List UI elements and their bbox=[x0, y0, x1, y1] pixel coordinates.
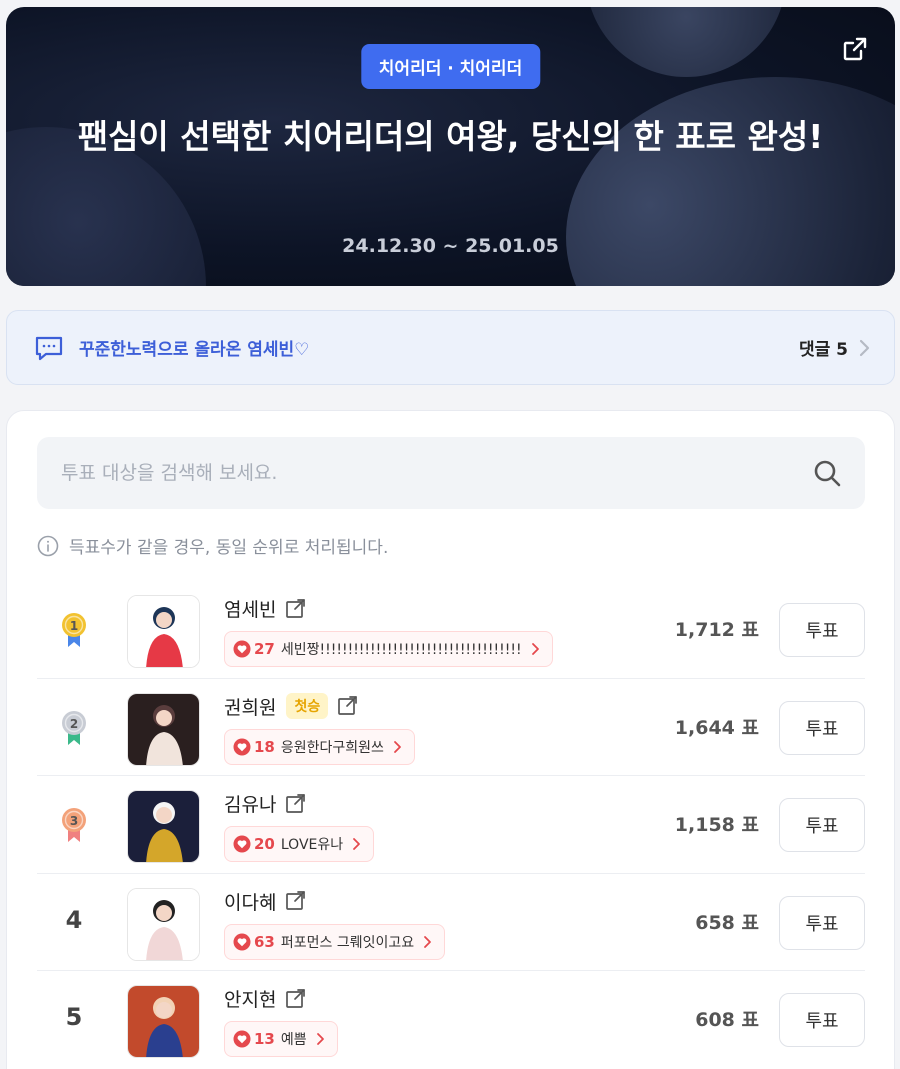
category-badge: 치어리더 · 치어리더 bbox=[360, 44, 541, 89]
cheer-count: 20 bbox=[254, 835, 275, 853]
vote-count: 1,644 표 bbox=[674, 716, 759, 739]
heart-icon bbox=[233, 640, 251, 658]
chevron-right-icon bbox=[859, 339, 870, 356]
share-icon[interactable] bbox=[841, 35, 869, 63]
candidate-name-line: 권희원 첫승 bbox=[224, 693, 358, 720]
decorative-shape bbox=[586, 7, 786, 77]
candidate-photo[interactable] bbox=[127, 985, 200, 1058]
rank-medal-icon: 3 bbox=[62, 808, 86, 842]
cheer-message-chip[interactable]: 13 예쁨 bbox=[224, 1021, 338, 1057]
candidate-photo[interactable] bbox=[127, 790, 200, 863]
comment-preview-bar[interactable]: 꾸준한노력으로 올라온 염세빈♡ 댓글 5 bbox=[6, 310, 895, 385]
rank-number: 2 bbox=[70, 717, 78, 731]
external-link-icon[interactable] bbox=[284, 598, 306, 620]
candidate-photo-image bbox=[128, 693, 199, 765]
cheer-count: 27 bbox=[254, 640, 275, 658]
cheer-message-chip[interactable]: 18 응원한다구희원쓰 bbox=[224, 728, 415, 765]
search-input[interactable] bbox=[61, 462, 811, 484]
event-period: 24.12.30 ~ 25.01.05 bbox=[342, 235, 559, 257]
info-icon bbox=[37, 535, 59, 556]
tie-notice-text: 득표수가 같을 경우, 동일 순위로 처리됩니다. bbox=[69, 538, 389, 558]
cheer-count: 13 bbox=[254, 1030, 275, 1048]
vote-button[interactable]: 투표 bbox=[779, 603, 865, 657]
vote-count: 1,158 표 bbox=[674, 814, 759, 836]
candidate-name[interactable]: 이다혜 bbox=[224, 888, 276, 915]
candidate-row: 2 권희원 첫승 18 응원한다구희원쓰 1,644 표 투표 bbox=[37, 679, 865, 776]
vote-count: 1,712 표 bbox=[674, 619, 759, 641]
vote-count: 658 표 bbox=[695, 911, 759, 934]
candidate-photo-image bbox=[128, 596, 199, 667]
chevron-right-icon bbox=[316, 1033, 324, 1045]
cheer-message-chip[interactable]: 63 퍼포먼스 그뤠잇이고요 bbox=[224, 923, 446, 960]
heart-icon bbox=[233, 738, 251, 755]
cheer-count: 63 bbox=[254, 932, 275, 951]
event-hero-banner: 치어리더 · 치어리더 팬심이 선택한 치어리더의 여왕, 당신의 한 표로 완… bbox=[6, 7, 895, 286]
first-win-badge: 첫승 bbox=[286, 693, 329, 719]
candidate-row: 3 김유나 20 LOVE유나 1,158 표 투표 bbox=[37, 776, 865, 874]
candidate-name[interactable]: 염세빈 bbox=[224, 595, 276, 622]
candidate-name-line: 염세빈 bbox=[224, 595, 306, 622]
rank-number: 4 bbox=[65, 905, 83, 934]
rank-number: 3 bbox=[70, 814, 78, 828]
candidate-photo[interactable] bbox=[127, 887, 200, 961]
candidate-list: 1 염세빈 27 세빈짱!!!!!!!!!!!!!!!!!!!!!!!!!!!!… bbox=[37, 581, 865, 1069]
chevron-right-icon bbox=[531, 643, 539, 655]
candidate-row: 5 안지현 13 예쁨 608 표 투표 bbox=[37, 971, 865, 1069]
candidate-name[interactable]: 안지현 bbox=[224, 985, 276, 1012]
comment-icon bbox=[35, 336, 63, 360]
candidate-photo[interactable] bbox=[127, 595, 200, 668]
candidate-name-line: 이다혜 bbox=[224, 888, 306, 915]
heart-icon bbox=[233, 1030, 251, 1048]
comment-count: 댓글 5 bbox=[798, 340, 848, 360]
cheer-message-chip[interactable]: 27 세빈짱!!!!!!!!!!!!!!!!!!!!!!!!!!!!!!!!!!… bbox=[224, 631, 553, 667]
cheer-message: 퍼포먼스 그뤠잇이고요 bbox=[280, 934, 415, 951]
heart-icon bbox=[233, 835, 251, 853]
external-link-icon[interactable] bbox=[284, 793, 306, 815]
candidate-row: 4 이다혜 63 퍼포먼스 그뤠잇이고요 658 표 투표 bbox=[37, 874, 865, 971]
candidate-name[interactable]: 김유나 bbox=[224, 790, 276, 817]
cheer-message: 응원한다구희원쓰 bbox=[280, 739, 384, 756]
latest-comment-text: 꾸준한노력으로 올라온 염세빈♡ bbox=[79, 340, 310, 360]
cheer-message-chip[interactable]: 20 LOVE유나 bbox=[224, 826, 375, 862]
rank-medal-icon: 1 bbox=[62, 613, 86, 647]
chevron-right-icon bbox=[353, 838, 361, 850]
event-title: 팬심이 선택한 치어리더의 여왕, 당신의 한 표로 완성! bbox=[77, 117, 824, 156]
candidate-photo-image bbox=[128, 888, 199, 960]
external-link-icon[interactable] bbox=[336, 695, 358, 717]
search-icon[interactable] bbox=[811, 457, 843, 489]
cheer-count: 18 bbox=[254, 737, 275, 756]
candidate-name-line: 안지현 bbox=[224, 985, 306, 1012]
vote-button[interactable]: 투표 bbox=[779, 700, 865, 755]
vote-button[interactable]: 투표 bbox=[779, 798, 865, 852]
candidate-photo-image bbox=[128, 791, 199, 862]
heart-icon bbox=[233, 933, 251, 950]
candidate-photo[interactable] bbox=[127, 692, 200, 766]
tie-notice: 득표수가 같을 경우, 동일 순위로 처리됩니다. bbox=[37, 533, 388, 558]
cheer-message: 예쁨 bbox=[280, 1032, 307, 1048]
cheer-message: 세빈짱!!!!!!!!!!!!!!!!!!!!!!!!!!!!!!!!!!!! bbox=[280, 642, 522, 658]
candidate-name[interactable]: 권희원 bbox=[224, 693, 276, 720]
search-box bbox=[37, 437, 865, 509]
cheer-message: LOVE유나 bbox=[280, 837, 344, 853]
chevron-right-icon bbox=[424, 935, 432, 948]
chevron-right-icon bbox=[394, 740, 401, 753]
vote-button[interactable]: 투표 bbox=[779, 993, 865, 1047]
vote-count: 608 표 bbox=[695, 1009, 759, 1031]
rank-medal-icon: 2 bbox=[62, 710, 86, 745]
external-link-icon[interactable] bbox=[284, 988, 306, 1010]
candidate-name-line: 김유나 bbox=[224, 790, 306, 817]
vote-button[interactable]: 투표 bbox=[779, 895, 865, 950]
rank-number: 5 bbox=[65, 1003, 83, 1031]
vote-card: 득표수가 같을 경우, 동일 순위로 처리됩니다. 1 염세빈 bbox=[6, 410, 895, 1069]
external-link-icon[interactable] bbox=[284, 890, 306, 912]
rank-number: 1 bbox=[70, 619, 78, 633]
candidate-photo-image bbox=[128, 986, 199, 1057]
candidate-row: 1 염세빈 27 세빈짱!!!!!!!!!!!!!!!!!!!!!!!!!!!!… bbox=[37, 581, 865, 679]
